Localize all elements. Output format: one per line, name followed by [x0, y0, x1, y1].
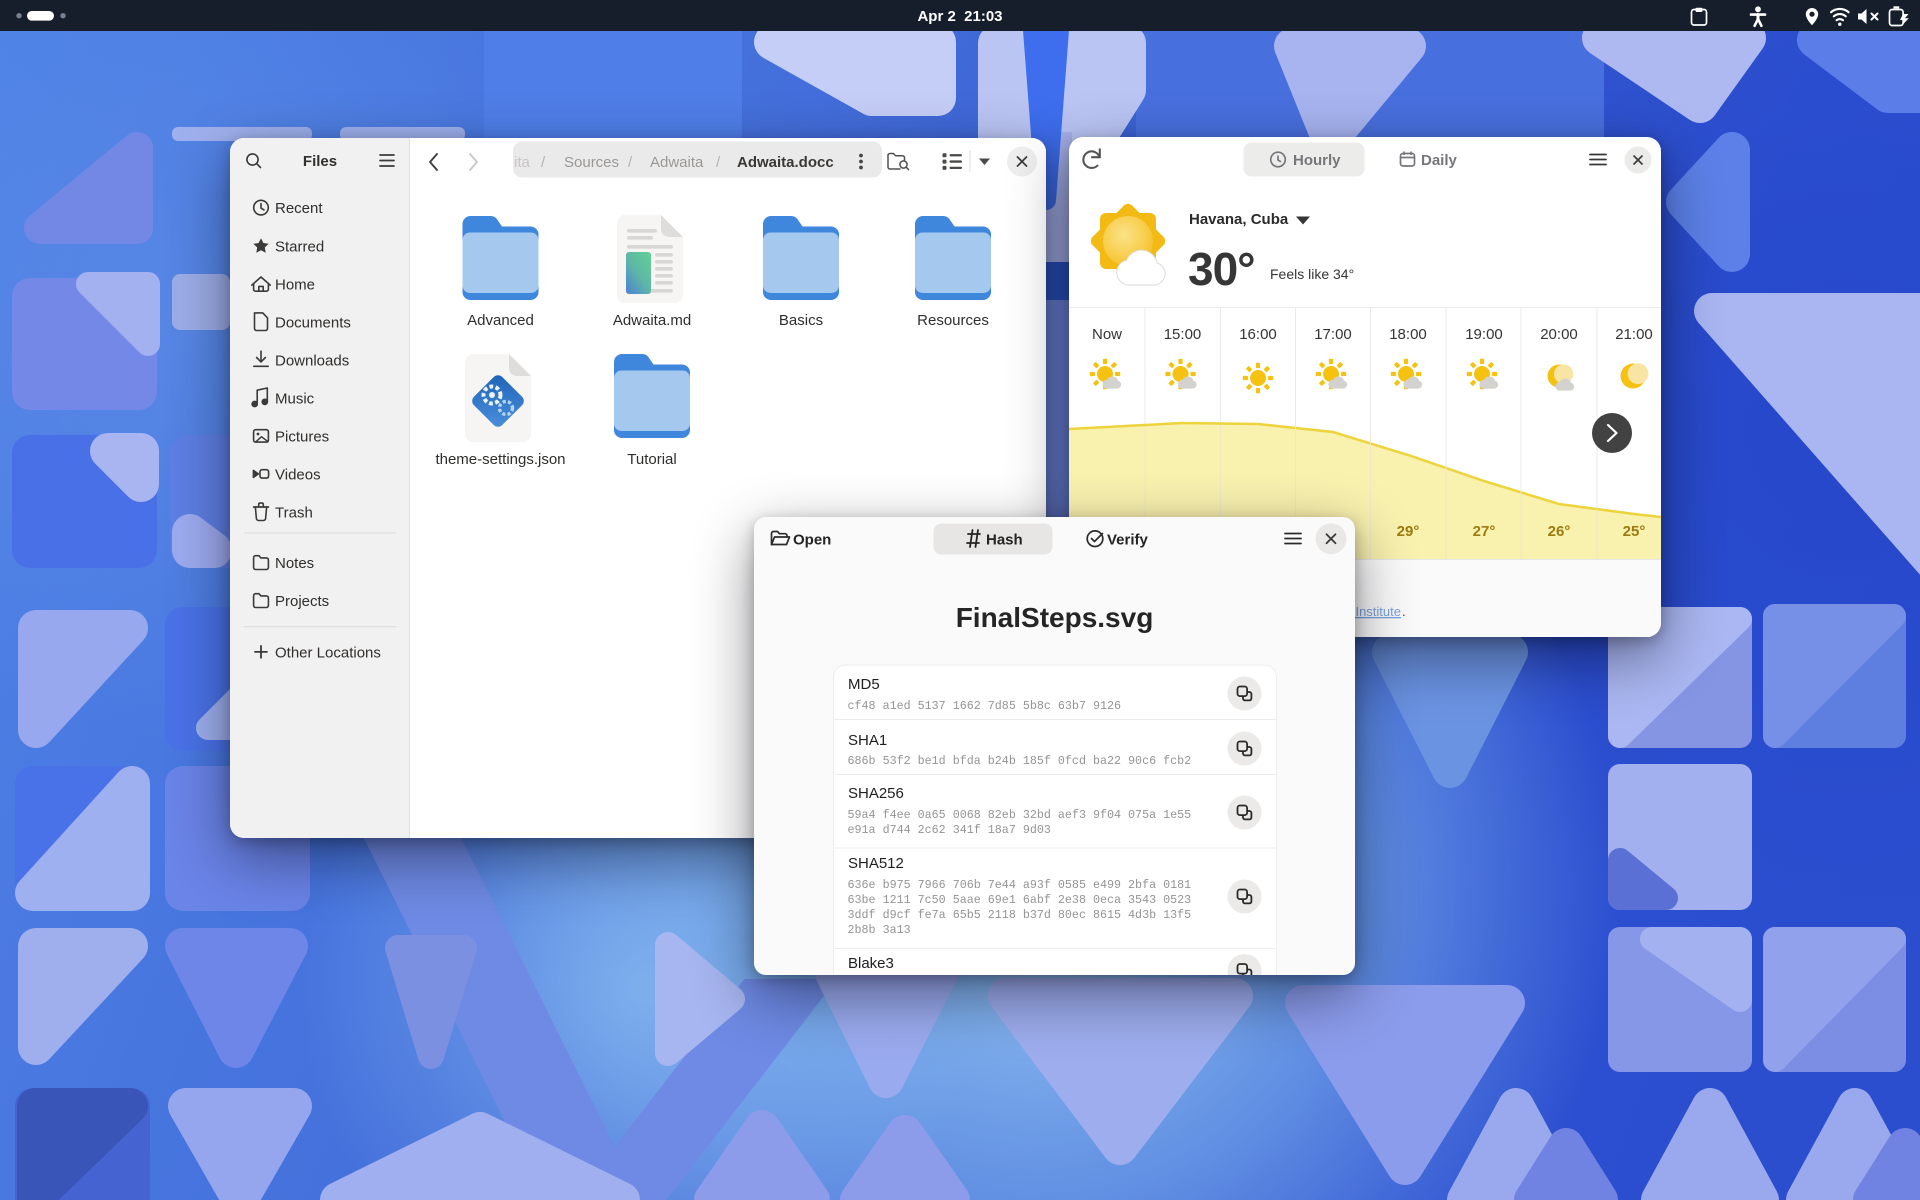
- svg-text:.: .: [1402, 604, 1406, 619]
- svg-text:Adwaita.md: Adwaita.md: [613, 312, 691, 329]
- svg-text:19:00: 19:00: [1465, 326, 1503, 343]
- svg-text:26°: 26°: [1548, 523, 1571, 540]
- svg-text:25°: 25°: [1623, 523, 1646, 540]
- svg-text:636e b975 7966 706b 7e44 a93f: 636e b975 7966 706b 7e44 a93f 0585 e499 …: [848, 878, 1192, 892]
- svg-text:17:00: 17:00: [1314, 326, 1352, 343]
- svg-text:Resources: Resources: [917, 312, 989, 329]
- svg-text:Advanced: Advanced: [467, 312, 534, 329]
- svg-text:Now: Now: [1092, 326, 1122, 343]
- svg-text:Tutorial: Tutorial: [627, 451, 676, 468]
- svg-text:theme-settings.json: theme-settings.json: [435, 451, 565, 468]
- svg-text:SHA256: SHA256: [848, 785, 904, 802]
- svg-text:16:00: 16:00: [1239, 326, 1277, 343]
- svg-text:FinalSteps.svg: FinalSteps.svg: [956, 602, 1154, 633]
- svg-text:27°: 27°: [1473, 523, 1496, 540]
- svg-text:63be 1211 7c50 5aae 69e1 6abf: 63be 1211 7c50 5aae 69e1 6abf 2e38 0eca …: [848, 893, 1192, 907]
- svg-text:18:00: 18:00: [1389, 326, 1427, 343]
- svg-text:e91a d744 2c62 341f 18a7 9d03: e91a d744 2c62 341f 18a7 9d03: [848, 823, 1051, 837]
- svg-text:59a4 f4ee 0a65 0068 82eb 32bd: 59a4 f4ee 0a65 0068 82eb 32bd aef3 9f04 …: [848, 808, 1192, 822]
- svg-text:Apr 2 21:03: Apr 2 21:03: [917, 8, 1002, 25]
- svg-text:Hourly: Hourly: [1293, 152, 1341, 169]
- svg-text:Feels like 34°: Feels like 34°: [1270, 266, 1354, 282]
- svg-text:686b 53f2 be1d bfda b24b 185f: 686b 53f2 be1d bfda b24b 185f 0fcd ba22 …: [848, 754, 1192, 768]
- svg-text:2b8b 3a13: 2b8b 3a13: [848, 923, 911, 937]
- svg-text:29°: 29°: [1397, 523, 1420, 540]
- svg-text:30°: 30°: [1188, 243, 1255, 295]
- svg-text:SHA1: SHA1: [848, 732, 887, 749]
- svg-text:cf48 a1ed 5137 1662 7d85 5b8c: cf48 a1ed 5137 1662 7d85 5b8c 63b7 9126: [848, 699, 1122, 713]
- svg-text:Hash: Hash: [986, 532, 1023, 549]
- svg-text:3ddf d9cf fe7a 65b5 2118 b37d: 3ddf d9cf fe7a 65b5 2118 b37d 80ec 8615 …: [848, 908, 1192, 922]
- svg-text:20:00: 20:00: [1540, 326, 1578, 343]
- svg-text:Basics: Basics: [779, 312, 823, 329]
- svg-text:21:00: 21:00: [1615, 326, 1653, 343]
- svg-text:Verify: Verify: [1107, 532, 1149, 549]
- svg-text:Blake3: Blake3: [848, 955, 894, 972]
- svg-text:Havana, Cuba: Havana, Cuba: [1189, 211, 1289, 228]
- svg-text:MD5: MD5: [848, 676, 880, 693]
- svg-text:15:00: 15:00: [1164, 326, 1202, 343]
- svg-text:SHA512: SHA512: [848, 855, 904, 872]
- svg-text:Daily: Daily: [1421, 152, 1458, 169]
- svg-text:Open: Open: [793, 532, 831, 549]
